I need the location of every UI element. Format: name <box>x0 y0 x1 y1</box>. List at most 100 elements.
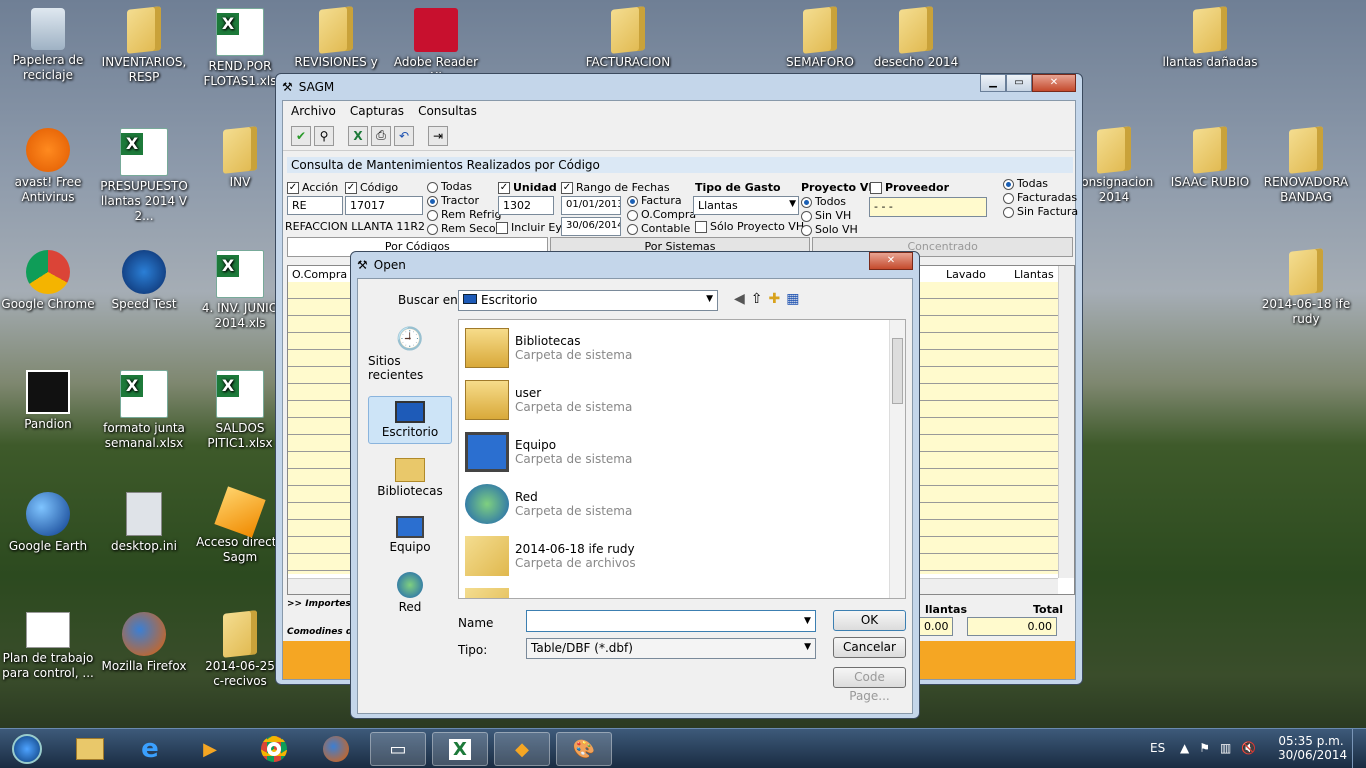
desktop-icon-item[interactable]: Speed Test <box>96 250 192 312</box>
dialog-close-button[interactable]: ✕ <box>869 252 913 270</box>
show-hidden-icons-icon[interactable]: ▲ <box>1180 741 1189 755</box>
doc-contable[interactable]: Contable <box>627 222 690 235</box>
desktop-icon-item[interactable]: REVISIONES y <box>288 6 384 70</box>
col-lavado[interactable]: Lavado <box>946 268 986 281</box>
desktop-icon-item[interactable]: INVENTARIOS, RESP <box>96 6 192 85</box>
menu-consultas[interactable]: Consultas <box>418 104 477 118</box>
volume-muted-icon[interactable]: 🔇 <box>1241 741 1256 755</box>
desktop-icon-item[interactable]: desecho 2014 <box>868 6 964 70</box>
desktop-icon-item[interactable]: PRESUPUESTO llantas 2014 V 2... <box>96 128 192 224</box>
taskbar-explorer[interactable] <box>62 732 118 766</box>
fecha-fin-field[interactable]: 30/06/2014 <box>561 217 621 236</box>
doc-ocompra[interactable]: O.Compra <box>627 208 696 221</box>
incluir-eys-check[interactable]: Incluir EyS <box>496 221 569 234</box>
binoculars-icon[interactable]: ⚲ <box>314 125 334 146</box>
file-list[interactable]: Bibliotecas Carpeta de sistema user Carpeta… <box>458 319 906 599</box>
start-button[interactable] <box>2 732 52 766</box>
desktop-icon-item[interactable]: 4. INV. JUNIO 2014.xls <box>192 250 288 331</box>
taskbar-ie[interactable]: e <box>122 732 178 766</box>
desktop-icon-item[interactable]: SEMAFORO <box>772 6 868 70</box>
tipo-tractor[interactable]: Tractor <box>427 194 479 207</box>
proyecto-solo-vh[interactable]: Solo VH <box>801 223 858 236</box>
desktop-icon-item[interactable]: avast! Free Antivirus <box>0 128 96 205</box>
doc-factura[interactable]: Factura <box>627 194 682 207</box>
taskbar-paint[interactable]: 🎨 <box>556 732 612 766</box>
tipo-rem-refrig[interactable]: Rem Refrig <box>427 208 501 221</box>
exit-icon[interactable]: ⇥ <box>428 125 448 146</box>
flag-icon[interactable]: ⚑ <box>1199 741 1210 755</box>
network-status-icon[interactable]: ▥ <box>1220 741 1231 755</box>
open-dialog[interactable]: ⚒ Open ✕ Buscar en: Escritorio ▼ ◀ ⇧ ✚ ▦ … <box>350 251 920 719</box>
maximize-button[interactable]: ▭ <box>1006 74 1032 92</box>
codepage-button[interactable]: Code Page... <box>833 667 906 703</box>
grid-vscrollbar[interactable] <box>1058 266 1074 578</box>
codigo-field[interactable]: 17017 <box>345 196 423 215</box>
taskbar-excel[interactable]: X <box>432 732 488 766</box>
fecha-inicio-field[interactable]: 01/01/2013 <box>561 196 621 215</box>
place-recent[interactable]: 🕘 Sitios recientes <box>368 323 452 386</box>
unidad-check[interactable]: ✓ Unidad <box>498 181 557 194</box>
minimize-button[interactable]: ▁ <box>980 74 1006 92</box>
sagm-titlebar[interactable]: ⚒ SAGM <box>276 74 1082 100</box>
file-list-item[interactable]: 2014-06-18 ife rudy Carpeta de archivos <box>465 530 899 582</box>
print-icon[interactable]: ⎙ <box>371 125 391 146</box>
desktop-icon-item[interactable]: INV <box>192 126 288 190</box>
file-list-scrollbar[interactable] <box>889 320 905 598</box>
proyecto-todos[interactable]: Todos <box>801 195 846 208</box>
desktop-icon-item[interactable]: formato junta semanal.xlsx <box>96 370 192 451</box>
desktop-icon-item[interactable]: Acceso directo Sagm <box>192 486 288 565</box>
desktop-icon-item[interactable]: desktop.ini <box>96 492 192 554</box>
fact-sin-factura[interactable]: Sin Factura <box>1003 205 1078 218</box>
desktop-icon-item[interactable]: Pandion <box>0 370 96 432</box>
col-llantas[interactable]: Llantas <box>1014 268 1054 281</box>
unidad-field[interactable]: 1302 <box>498 196 554 215</box>
desktop-icon-item[interactable]: 2014-06-25 c-recivos <box>192 610 288 689</box>
view-menu-icon[interactable]: ▦ <box>786 291 799 307</box>
proyecto-sin-vh[interactable]: Sin VH <box>801 209 851 222</box>
place-equipo[interactable]: Equipo <box>368 512 452 558</box>
file-list-item[interactable]: 2014-06-25 c-recivos <box>465 582 899 598</box>
rango-check[interactable]: ✓ Rango de Fechas <box>561 181 670 194</box>
clock[interactable]: 05:35 p.m. 30/06/2014 <box>1278 734 1347 762</box>
file-list-item[interactable]: user Carpeta de sistema <box>465 374 899 426</box>
show-desktop-button[interactable] <box>1352 729 1366 768</box>
desktop-icon-item[interactable]: Mozilla Firefox <box>96 612 192 674</box>
cancel-button[interactable]: Cancelar <box>833 637 906 658</box>
language-indicator[interactable]: ES <box>1150 741 1165 755</box>
accept-icon[interactable]: ✔ <box>291 125 311 146</box>
undo-icon[interactable]: ↶ <box>394 125 414 146</box>
desktop-icon-item[interactable]: Papelera de reciclaje <box>0 8 96 83</box>
fact-todas[interactable]: Todas <box>1003 177 1048 190</box>
desktop-icon-item[interactable]: Google Earth <box>0 492 96 554</box>
tipo-rem-seco[interactable]: Rem Seco <box>427 222 496 235</box>
location-select[interactable]: Escritorio ▼ <box>458 290 718 311</box>
accion-field[interactable]: RE <box>287 196 343 215</box>
desktop-icon-item[interactable]: SALDOS PITIC1.xlsx <box>192 370 288 451</box>
close-button[interactable]: ✕ <box>1032 74 1076 92</box>
taskbar-firefox[interactable] <box>308 732 364 766</box>
menu-archivo[interactable]: Archivo <box>291 104 336 118</box>
solo-proyecto-check[interactable]: Sólo Proyecto VH <box>695 220 804 233</box>
excel-export-icon[interactable]: X <box>348 125 368 146</box>
file-list-item[interactable]: Equipo Carpeta de sistema <box>465 426 899 478</box>
file-list-item[interactable]: Bibliotecas Carpeta de sistema <box>465 322 899 374</box>
file-list-item[interactable]: Red Carpeta de sistema <box>465 478 899 530</box>
name-input[interactable] <box>526 610 816 632</box>
desktop-icon-item[interactable]: Plan de trabajo para control, ... <box>0 612 96 681</box>
desktop-icon-item[interactable]: llantas dañadas <box>1162 6 1258 70</box>
codigo-check[interactable]: ✓ Código <box>345 181 398 194</box>
taskbar-window-1[interactable]: ▭ <box>370 732 426 766</box>
taskbar-chrome[interactable] <box>246 732 302 766</box>
tipo-todas[interactable]: Todas <box>427 180 472 193</box>
tipo-select[interactable]: Table/DBF (*.dbf) ▼ <box>526 638 816 659</box>
new-folder-icon[interactable]: ✚ <box>769 291 781 307</box>
desktop-icon-item[interactable]: Google Chrome <box>0 250 96 312</box>
tipo-gasto-select[interactable]: Llantas ▼ <box>693 196 799 215</box>
desktop-icon-item[interactable]: FACTURACION <box>580 6 676 70</box>
desktop-icon-item[interactable]: ISAAC RUBIO <box>1162 126 1258 190</box>
taskbar-media[interactable]: ▶ <box>182 732 238 766</box>
proveedor-check[interactable]: Proveedor <box>870 181 949 194</box>
chevron-down-icon[interactable]: ▼ <box>804 616 811 626</box>
place-bibliotecas[interactable]: Bibliotecas <box>368 454 452 502</box>
up-folder-icon[interactable]: ⇧ <box>751 291 763 307</box>
